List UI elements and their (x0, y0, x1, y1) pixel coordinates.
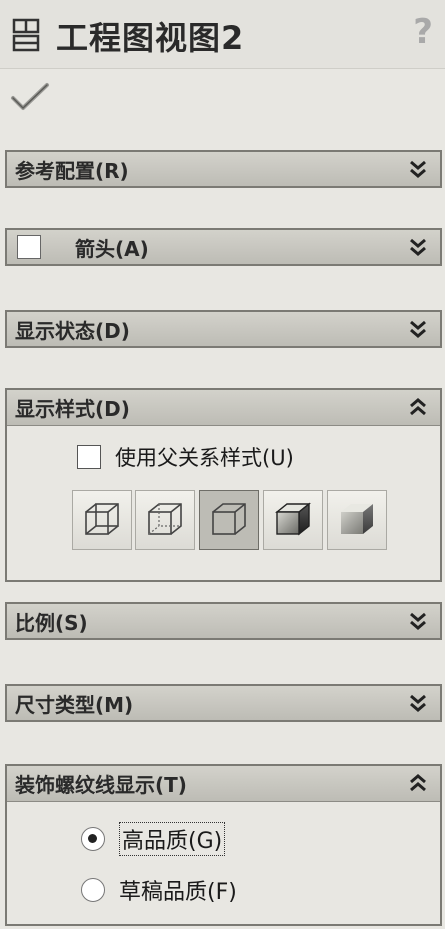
help-icon[interactable]: ? (413, 12, 433, 52)
section-header-display-style[interactable]: 显示样式(D) (7, 390, 440, 426)
arrow-checkbox[interactable] (17, 235, 41, 259)
draft-quality-option[interactable]: 草稿品质(F) (81, 874, 237, 906)
hidden-lines-visible-icon (148, 503, 182, 535)
section-cosmetic-thread-display: 装饰螺纹线显示(T) 高品质(G) 草稿品质(F) (5, 764, 442, 926)
high-quality-radio[interactable] (81, 827, 105, 851)
expand-chevron-icon[interactable] (408, 319, 428, 339)
section-header-reference-configuration[interactable]: 参考配置(R) (7, 152, 440, 186)
section-reference-configuration: 参考配置(R) (5, 150, 442, 188)
section-dimension-type: 尺寸类型(M) (5, 684, 442, 722)
section-header-arrow[interactable]: 箭头(A) (7, 230, 440, 264)
expand-chevron-icon[interactable] (408, 159, 428, 179)
collapse-chevron-icon[interactable] (408, 773, 428, 793)
property-manager-header: 工程图视图2 ? (0, 0, 445, 69)
section-title: 箭头(A) (75, 236, 149, 261)
shaded-with-edges-button[interactable] (263, 490, 323, 550)
wireframe-icon (85, 503, 119, 535)
shaded-icon (341, 504, 373, 534)
expand-chevron-icon[interactable] (408, 611, 428, 631)
expand-chevron-icon[interactable] (408, 693, 428, 713)
section-title: 参考配置(R) (15, 158, 129, 183)
section-scale: 比例(S) (5, 602, 442, 640)
section-title: 显示样式(D) (15, 397, 130, 421)
shaded-button[interactable] (327, 490, 387, 550)
draft-quality-label: 草稿品质(F) (119, 880, 237, 905)
section-header-scale[interactable]: 比例(S) (7, 604, 440, 638)
section-title: 显示状态(D) (15, 318, 130, 343)
drawing-view-icon (12, 18, 40, 52)
wireframe-button[interactable] (72, 490, 132, 550)
shaded-with-edges-icon (275, 502, 311, 536)
use-parent-style-checkbox[interactable] (77, 445, 101, 469)
page-title: 工程图视图2 (56, 19, 245, 57)
high-quality-label: 高品质(G) (119, 822, 226, 856)
section-title: 装饰螺纹线显示(T) (15, 773, 187, 797)
hidden-lines-removed-icon (212, 503, 246, 535)
use-parent-style-option[interactable]: 使用父关系样式(U) (77, 442, 294, 472)
section-header-dimension-type[interactable]: 尺寸类型(M) (7, 686, 440, 720)
collapse-chevron-icon[interactable] (408, 397, 428, 417)
section-title: 尺寸类型(M) (15, 692, 134, 717)
section-title: 比例(S) (15, 610, 88, 635)
hidden-lines-visible-button[interactable] (135, 490, 195, 550)
use-parent-style-label: 使用父关系样式(U) (115, 446, 294, 470)
hidden-lines-removed-button[interactable] (199, 490, 259, 550)
high-quality-option[interactable]: 高品质(G) (81, 822, 226, 856)
expand-chevron-icon[interactable] (408, 237, 428, 257)
ok-checkmark-icon[interactable] (10, 82, 50, 112)
section-arrow: 箭头(A) (5, 228, 442, 266)
draft-quality-radio[interactable] (81, 878, 105, 902)
section-header-display-state[interactable]: 显示状态(D) (7, 312, 440, 346)
section-display-state: 显示状态(D) (5, 310, 442, 348)
section-display-style: 显示样式(D) 使用父关系样式(U) (5, 388, 442, 582)
section-header-cosmetic-thread-display[interactable]: 装饰螺纹线显示(T) (7, 766, 440, 802)
